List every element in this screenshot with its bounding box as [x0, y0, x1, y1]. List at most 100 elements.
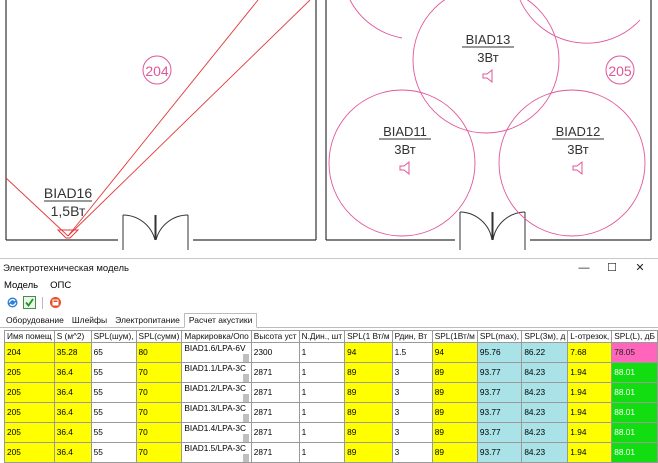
- table-cell[interactable]: BIAD1.4/LPA-3C: [181, 421, 252, 443]
- table-cell[interactable]: 2871: [250, 361, 300, 383]
- table-cell[interactable]: 88.01: [611, 441, 658, 463]
- table-cell[interactable]: 55: [90, 361, 137, 383]
- table-cell[interactable]: BIAD1.1/LPA-3C: [181, 361, 252, 383]
- table-cell[interactable]: 2871: [250, 441, 300, 463]
- table-cell[interactable]: BIAD1.3/LPA-3C: [181, 401, 252, 423]
- column-header[interactable]: SPL(L), дБ: [611, 330, 658, 343]
- column-header[interactable]: S (м^2): [53, 330, 92, 343]
- table-cell[interactable]: 84.23: [521, 401, 569, 423]
- table-cell[interactable]: 93.77: [476, 361, 523, 383]
- table-cell[interactable]: 1: [298, 381, 346, 403]
- column-header[interactable]: SPL(1Вт/м: [431, 330, 478, 343]
- table-cell[interactable]: 89: [431, 401, 478, 423]
- table-cell[interactable]: 36.4: [53, 401, 92, 423]
- table-cell[interactable]: 93.77: [476, 441, 523, 463]
- cell-dropdown-button[interactable]: [242, 413, 249, 421]
- table-cell[interactable]: 93.77: [476, 421, 523, 443]
- table-cell[interactable]: 1.94: [567, 421, 613, 443]
- table-cell[interactable]: 93.77: [476, 401, 523, 423]
- table-cell[interactable]: 1: [298, 441, 346, 463]
- table-cell[interactable]: 36.4: [53, 361, 92, 383]
- table-cell[interactable]: 89: [431, 441, 478, 463]
- table-cell[interactable]: 3: [391, 361, 433, 383]
- table-cell[interactable]: 35.28: [53, 341, 92, 363]
- table-cell[interactable]: 1.94: [567, 361, 613, 383]
- minimize-button[interactable]: —: [570, 259, 598, 277]
- table-cell[interactable]: 94: [344, 341, 393, 363]
- table-cell[interactable]: 89: [344, 381, 393, 403]
- column-header[interactable]: N.Дин., шт: [298, 330, 346, 343]
- table-cell[interactable]: 84.23: [521, 381, 569, 403]
- table-cell[interactable]: 95.76: [476, 341, 523, 363]
- table-row[interactable]: 205 36.4 55 70 BIAD1.1/LPA-3C 2871 1 89 3 89 93.77…: [4, 361, 658, 383]
- table-cell[interactable]: BIAD1.5/LPA-3C: [181, 441, 252, 463]
- table-cell[interactable]: 1: [298, 421, 346, 443]
- table-cell[interactable]: 1: [298, 401, 346, 423]
- table-cell[interactable]: 70: [135, 381, 183, 403]
- table-cell[interactable]: 88.01: [611, 401, 658, 423]
- table-cell[interactable]: 89: [344, 421, 393, 443]
- column-header[interactable]: Рдин, Вт: [391, 330, 433, 343]
- table-cell[interactable]: 84.23: [521, 421, 569, 443]
- column-header[interactable]: SPL(сумм): [135, 330, 183, 343]
- cell-dropdown-button[interactable]: [242, 433, 249, 441]
- calc-icon[interactable]: [49, 296, 62, 309]
- table-cell[interactable]: 88.01: [611, 361, 658, 383]
- table-cell[interactable]: 2871: [250, 401, 300, 423]
- table-cell[interactable]: 1: [298, 361, 346, 383]
- table-row[interactable]: 205 36.4 55 70 BIAD1.5/LPA-3C 2871 1 89 3 89 93.77…: [4, 441, 658, 463]
- column-header[interactable]: SPL(max),: [476, 330, 523, 343]
- table-cell[interactable]: 89: [431, 381, 478, 403]
- table-cell[interactable]: 80: [135, 341, 183, 363]
- table-row[interactable]: 205 36.4 55 70 BIAD1.3/LPA-3C 2871 1 89 3 89 93.77…: [4, 401, 658, 423]
- table-cell[interactable]: 55: [90, 381, 137, 403]
- table-cell[interactable]: 84.23: [521, 441, 569, 463]
- table-cell[interactable]: BIAD1.2/LPA-3C: [181, 381, 252, 403]
- close-button[interactable]: ✕: [626, 259, 654, 277]
- column-header[interactable]: Высота уст: [250, 330, 300, 343]
- table-cell[interactable]: 1.5: [391, 341, 433, 363]
- table-cell[interactable]: 1.94: [567, 401, 613, 423]
- tab-acoustics[interactable]: Расчет акустики: [183, 313, 258, 328]
- table-cell[interactable]: 55: [90, 421, 137, 443]
- cell-dropdown-button[interactable]: [242, 353, 249, 361]
- table-cell[interactable]: 70: [135, 421, 183, 443]
- table-cell[interactable]: 1.94: [567, 381, 613, 403]
- table-cell[interactable]: 2871: [250, 381, 300, 403]
- table-cell[interactable]: 3: [391, 381, 433, 403]
- table-cell[interactable]: 70: [135, 441, 183, 463]
- table-cell[interactable]: 88.01: [611, 421, 658, 443]
- table-cell[interactable]: 1.94: [567, 441, 613, 463]
- table-cell[interactable]: 36.4: [53, 441, 92, 463]
- column-header[interactable]: SPL(шум),: [90, 330, 137, 343]
- table-cell[interactable]: 94: [431, 341, 478, 363]
- table-cell[interactable]: 55: [90, 401, 137, 423]
- column-header[interactable]: L-отрезок,: [567, 330, 613, 343]
- table-cell[interactable]: 89: [344, 361, 393, 383]
- table-row[interactable]: 204 35.28 65 80 BIAD1.6/LPA-6V 2300 1 94 1.5 94 95…: [4, 341, 658, 363]
- table-cell[interactable]: 55: [90, 441, 137, 463]
- tab-loops[interactable]: Шлейфы: [68, 314, 111, 327]
- table-cell[interactable]: 205: [4, 361, 55, 383]
- menu-item-model[interactable]: Модель: [4, 280, 38, 291]
- table-cell[interactable]: 204: [4, 341, 55, 363]
- cell-dropdown-button[interactable]: [242, 373, 249, 381]
- column-header[interactable]: Имя помещ: [4, 330, 55, 343]
- table-cell[interactable]: 78.05: [611, 341, 658, 363]
- column-header[interactable]: Маркировка/Опо: [181, 330, 252, 343]
- cell-dropdown-button[interactable]: [242, 393, 249, 401]
- table-cell[interactable]: 2871: [250, 421, 300, 443]
- table-cell[interactable]: 3: [391, 441, 433, 463]
- table-cell[interactable]: 3: [391, 401, 433, 423]
- tab-equipment[interactable]: Оборудование: [2, 314, 68, 327]
- table-cell[interactable]: 205: [4, 421, 55, 443]
- maximize-button[interactable]: ☐: [598, 259, 626, 277]
- check-icon[interactable]: [23, 296, 36, 309]
- table-cell[interactable]: 7.68: [567, 341, 613, 363]
- menu-item-ops[interactable]: ОПС: [50, 280, 71, 291]
- table-cell[interactable]: 65: [90, 341, 137, 363]
- table-cell[interactable]: 84.23: [521, 361, 569, 383]
- table-cell[interactable]: 70: [135, 361, 183, 383]
- table-cell[interactable]: BIAD1.6/LPA-6V: [181, 341, 252, 363]
- refresh-icon[interactable]: [6, 296, 19, 309]
